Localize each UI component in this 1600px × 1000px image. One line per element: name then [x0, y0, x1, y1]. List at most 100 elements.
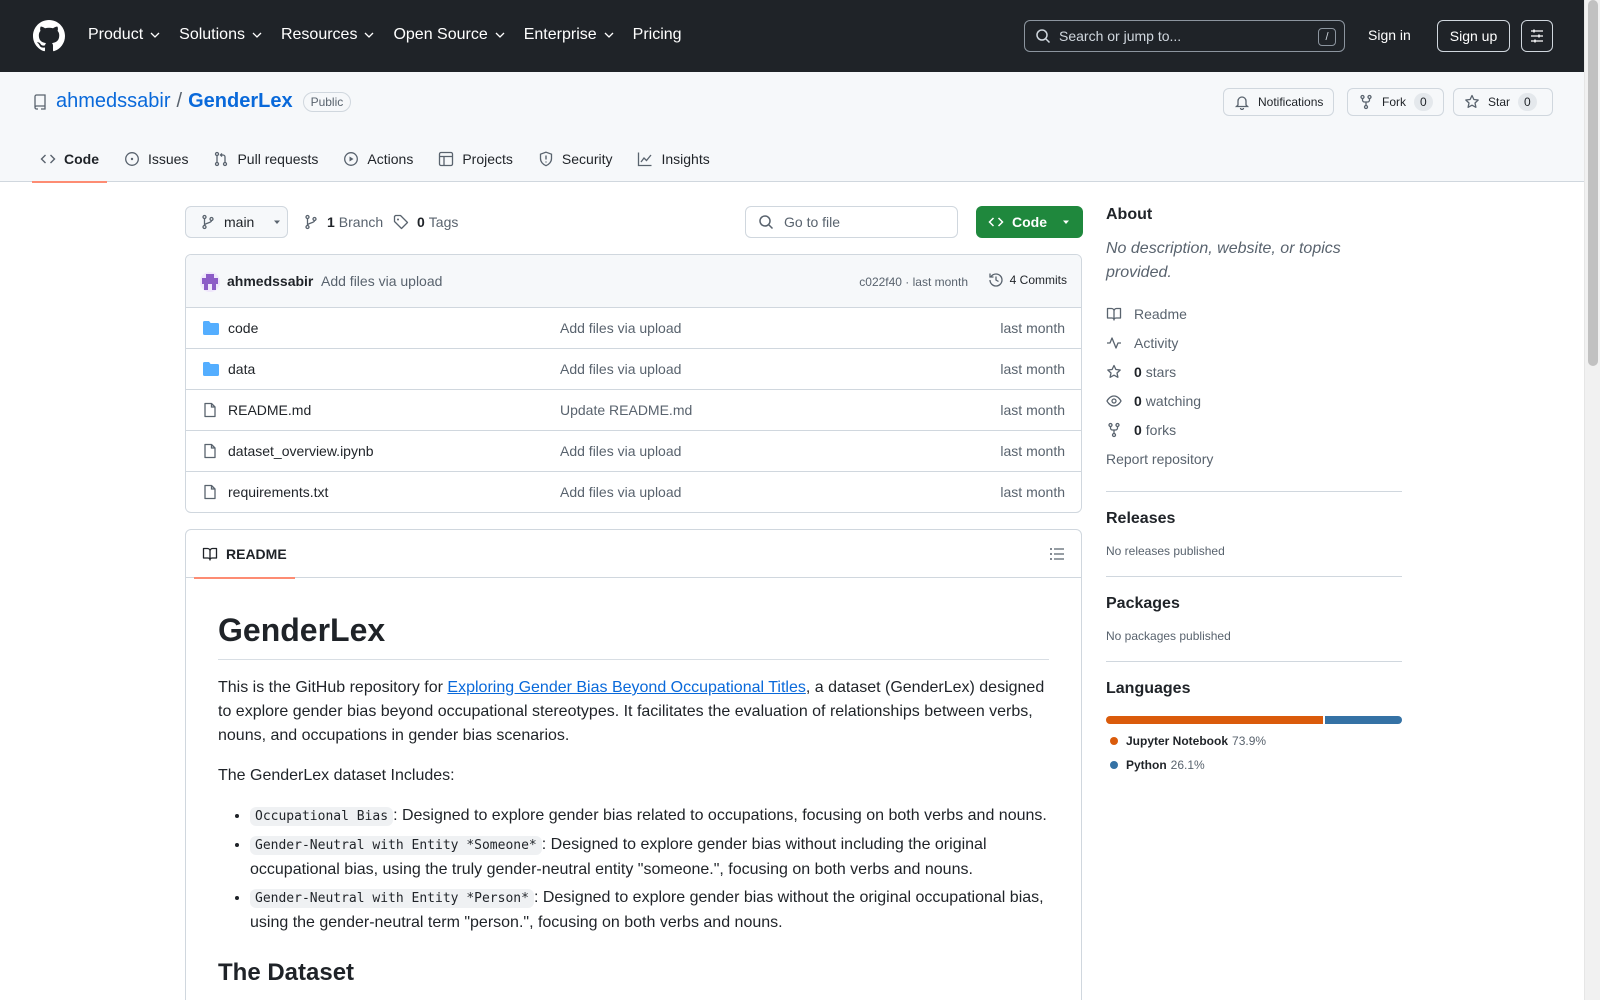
code-download-button[interactable]: Code	[976, 206, 1083, 238]
language-bar-segment-jupyter	[1106, 716, 1324, 724]
commits-count: 4 Commits	[1009, 273, 1067, 287]
paper-link[interactable]: Exploring Gender Bias Beyond Occupationa…	[447, 679, 805, 696]
tab-projects[interactable]: Projects	[430, 136, 521, 182]
eye-icon	[1106, 394, 1122, 407]
commit-message-link[interactable]: Add files via upload	[321, 273, 442, 289]
branches-link[interactable]: 1 Branch	[303, 206, 383, 238]
tags-link[interactable]: 0 Tags	[393, 206, 458, 238]
star-button[interactable]: Star 0	[1453, 88, 1553, 116]
tab-label: Issues	[148, 151, 189, 167]
table-row[interactable]: data Add files via upload last month	[186, 349, 1081, 390]
report-repository-link[interactable]: Report repository	[1106, 444, 1402, 473]
repo-icon	[34, 93, 46, 110]
file-name[interactable]: code	[228, 320, 258, 336]
about-heading: About	[1106, 206, 1153, 223]
file-name[interactable]: README.md	[228, 402, 311, 418]
tab-actions[interactable]: Actions	[335, 136, 421, 182]
star-icon	[1107, 364, 1121, 378]
table-row[interactable]: README.md Update README.md last month	[186, 390, 1081, 431]
github-logo-icon[interactable]	[33, 20, 65, 52]
repo-owner-link[interactable]: ahmedssabir	[56, 90, 171, 113]
repo-header: ahmedssabir / GenderLex Public Notificat…	[0, 72, 1584, 183]
readme-section-heading: The Dataset	[218, 959, 355, 986]
about-description: No description, website, or topics provi…	[1106, 240, 1341, 281]
file-commit-message[interactable]: Update README.md	[560, 402, 692, 418]
avatar[interactable]	[200, 272, 220, 292]
watching-link[interactable]: 0 watching	[1106, 386, 1402, 415]
table-row[interactable]: dataset_overview.ipynb Add files via upl…	[186, 431, 1081, 472]
tab-pull-requests[interactable]: Pull requests	[205, 136, 326, 182]
list-item: Gender-Neutral with Entity *Person*: Des…	[250, 886, 1049, 935]
table-row[interactable]: requirements.txt Add files via upload la…	[186, 472, 1081, 512]
readme-tab[interactable]: README	[194, 530, 295, 579]
commit-meta[interactable]: c022f40 · last month	[859, 275, 968, 289]
file-commit-message[interactable]: Add files via upload	[560, 320, 681, 336]
file-name[interactable]: dataset_overview.ipynb	[228, 443, 374, 459]
folder-icon	[203, 362, 219, 376]
file-date: last month	[1000, 402, 1065, 418]
tab-label: Actions	[367, 151, 414, 167]
readme-link[interactable]: Readme	[1106, 299, 1402, 328]
book-icon	[202, 547, 218, 561]
nav-open-source[interactable]: Open Source	[393, 24, 505, 46]
play-icon	[344, 152, 359, 166]
packages-heading[interactable]: Packages	[1106, 595, 1402, 613]
tab-issues[interactable]: Issues	[116, 136, 196, 182]
fork-button[interactable]: Fork 0	[1347, 88, 1444, 116]
language-item[interactable]: Jupyter Notebook 73.9%	[1106, 734, 1402, 748]
sign-up-button[interactable]: Sign up	[1437, 20, 1510, 52]
book-icon	[1106, 307, 1122, 321]
nav-enterprise[interactable]: Enterprise	[524, 24, 615, 46]
commit-author-link[interactable]: ahmedssabir	[227, 273, 313, 289]
nav-solutions[interactable]: Solutions	[179, 24, 263, 46]
branch-select-button[interactable]: main	[185, 206, 288, 238]
repo-name-link[interactable]: GenderLex	[188, 90, 292, 113]
file-name[interactable]: requirements.txt	[228, 484, 328, 500]
language-item[interactable]: Python 26.1%	[1106, 758, 1402, 772]
commits-link[interactable]: 4 Commits	[988, 272, 1067, 288]
fork-icon	[1360, 94, 1372, 110]
tab-code[interactable]: Code	[32, 136, 107, 183]
file-date: last month	[1000, 443, 1065, 459]
code-icon	[988, 217, 1004, 227]
search-input[interactable]: Search or jump to... /	[1024, 20, 1345, 52]
language-name: Python	[1126, 758, 1167, 772]
activity-link[interactable]: Activity	[1106, 328, 1402, 357]
language-color-dot	[1110, 737, 1118, 745]
page-scrollbar[interactable]	[1584, 0, 1600, 1000]
repo-separator: /	[176, 90, 183, 112]
nav-resources[interactable]: Resources	[281, 24, 375, 46]
scrollbar-thumb[interactable]	[1588, 0, 1598, 366]
nav-product[interactable]: Product	[88, 24, 161, 46]
language-name: Jupyter Notebook	[1126, 734, 1229, 748]
go-to-file-input[interactable]: Go to file	[745, 206, 958, 238]
inline-code: Occupational Bias	[250, 807, 394, 826]
nav-pricing[interactable]: Pricing	[633, 24, 682, 46]
go-to-file-placeholder: Go to file	[784, 214, 841, 230]
global-nav: Product Solutions Resources Open Source …	[88, 24, 700, 46]
branch-icon	[305, 214, 317, 230]
chevron-down-icon	[364, 32, 374, 38]
tab-insights[interactable]: Insights	[629, 136, 717, 182]
table-of-contents-button[interactable]	[1049, 546, 1065, 562]
menu-button[interactable]	[1521, 20, 1553, 52]
pull-request-icon	[215, 151, 228, 167]
about-links: Readme Activity 0 stars 0 watching 0 forks …	[1106, 299, 1402, 473]
releases-heading[interactable]: Releases	[1106, 510, 1402, 528]
notifications-button[interactable]: Notifications	[1223, 88, 1335, 116]
forks-link[interactable]: 0 forks	[1106, 415, 1402, 444]
language-percent: 73.9%	[1232, 734, 1267, 748]
file-commit-message[interactable]: Add files via upload	[560, 484, 681, 500]
file-name[interactable]: data	[228, 361, 255, 377]
tab-security[interactable]: Security	[530, 136, 621, 182]
file-commit-message[interactable]: Add files via upload	[560, 361, 681, 377]
search-icon	[1036, 29, 1051, 44]
file-commit-message[interactable]: Add files via upload	[560, 443, 681, 459]
inline-code: Gender-Neutral with Entity *Person*	[250, 889, 534, 908]
stars-link[interactable]: 0 stars	[1106, 357, 1402, 386]
table-row[interactable]: code Add files via upload last month	[186, 308, 1081, 349]
watching-count: 0	[1134, 392, 1142, 409]
language-bar-segment-python	[1325, 716, 1402, 724]
star-count: 0	[1518, 93, 1537, 111]
sign-in-link[interactable]: Sign in	[1368, 27, 1411, 43]
